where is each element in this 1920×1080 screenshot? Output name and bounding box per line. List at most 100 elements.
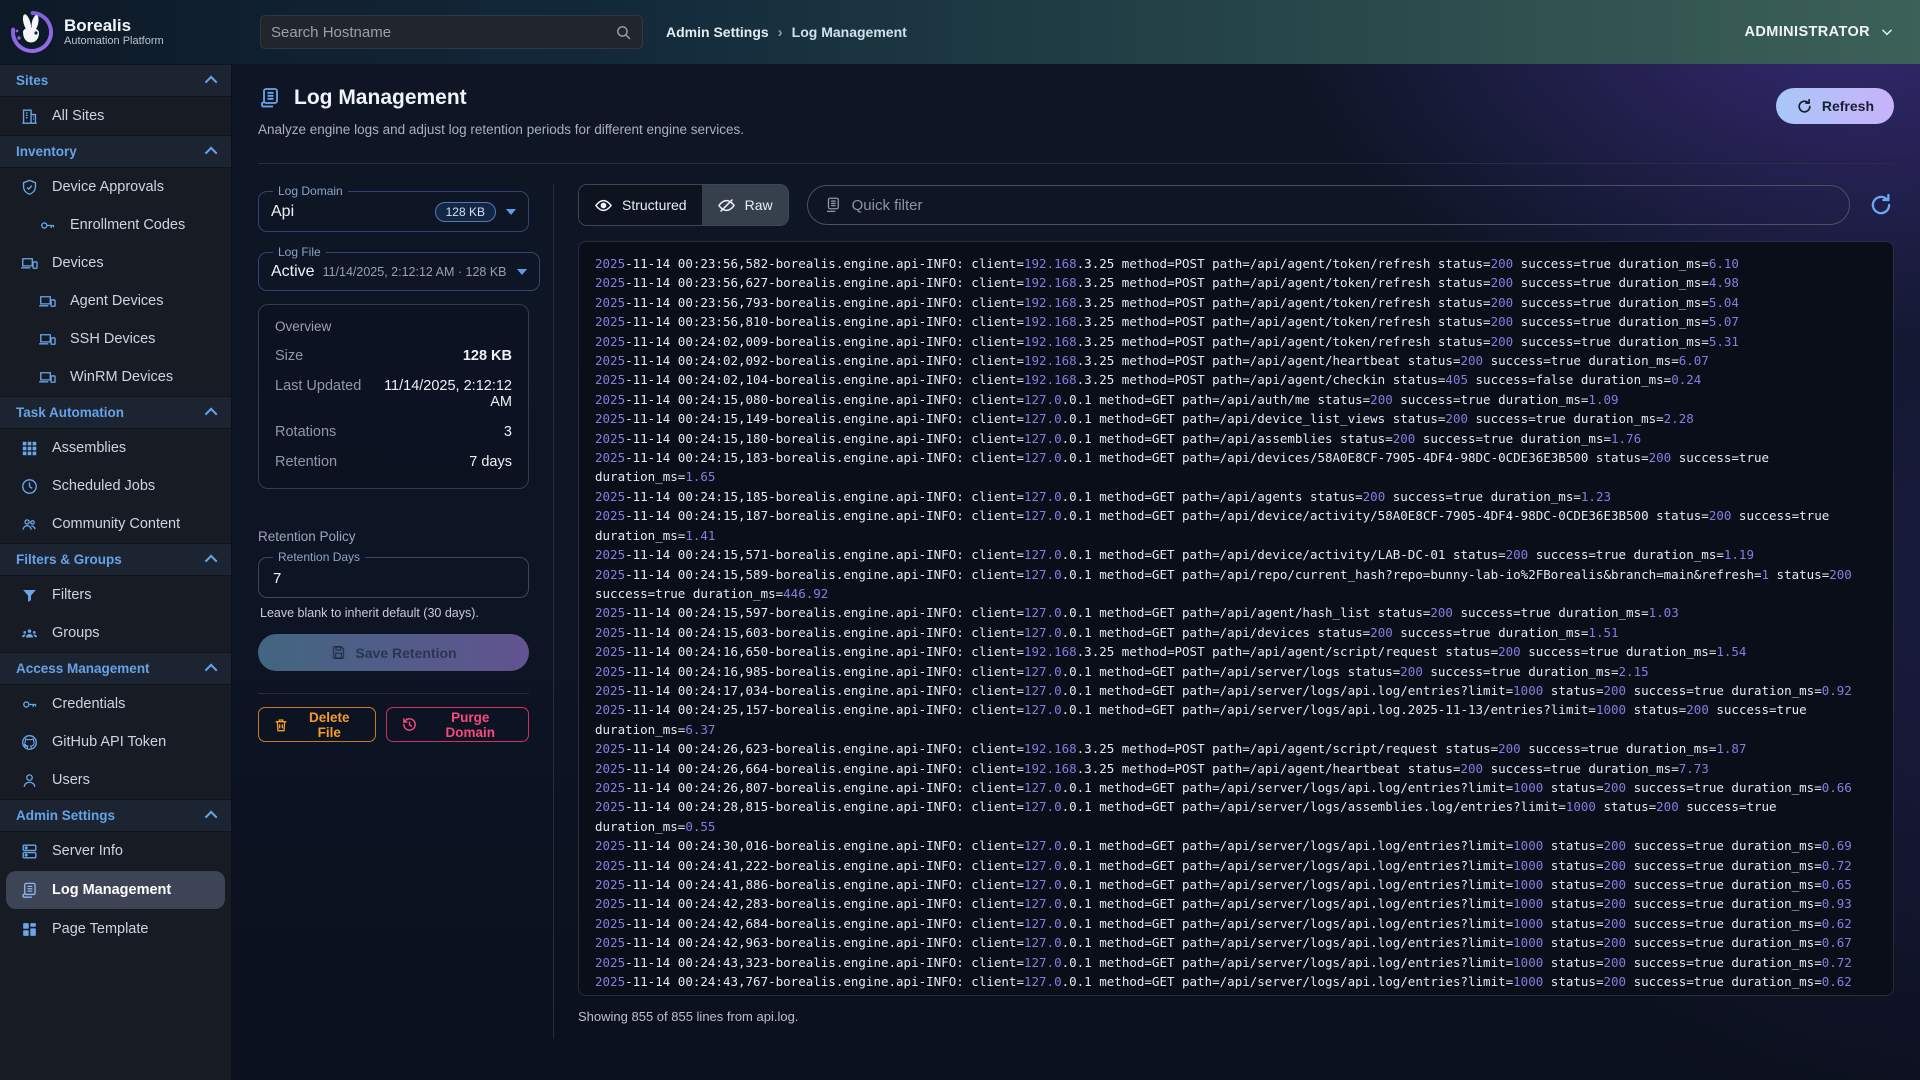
sidebar-item-device-approvals[interactable]: Device Approvals <box>0 168 231 206</box>
sidebar-item-log-management[interactable]: Log Management <box>6 871 225 909</box>
log-file-meta: 11/14/2025, 2:12:12 AM · 128 KB <box>323 265 507 279</box>
log-line: 2025-11-14 00:24:15,180-borealis.engine.… <box>595 429 1877 448</box>
log-line: 2025-11-14 00:24:02,009-borealis.engine.… <box>595 332 1877 351</box>
sidebar-section-admin-settings[interactable]: Admin Settings <box>0 799 231 832</box>
sidebar-section-inventory[interactable]: Inventory <box>0 135 231 168</box>
page-subtitle: Analyze engine logs and adjust log reten… <box>258 122 744 137</box>
chevron-up-icon <box>205 555 218 568</box>
quick-filter-input[interactable] <box>852 197 1833 214</box>
reload-logs-icon[interactable] <box>1868 192 1894 218</box>
sidebar-item-credentials[interactable]: Credentials <box>0 685 231 723</box>
sidebar-item-label: Community Content <box>52 516 180 532</box>
log-file-select[interactable]: Log File Active 11/14/2025, 2:12:12 AM ·… <box>258 245 540 291</box>
sidebar-section-sites[interactable]: Sites <box>0 64 231 97</box>
log-domain-value: Api <box>271 203 427 221</box>
eye-icon <box>594 196 613 215</box>
sidebar-item-groups[interactable]: Groups <box>0 614 231 652</box>
save-retention-label: Save Retention <box>355 645 456 661</box>
search-input[interactable] <box>271 24 615 41</box>
log-line: 2025-11-14 00:24:15,571-borealis.engine.… <box>595 545 1877 564</box>
sidebar-section-filters-groups[interactable]: Filters & Groups <box>0 543 231 576</box>
refresh-icon <box>1796 98 1813 115</box>
sidebar-item-all-sites[interactable]: All Sites <box>0 97 231 135</box>
sidebar-item-devices[interactable]: Devices <box>0 244 231 282</box>
sidebar-item-enrollment-codes[interactable]: Enrollment Codes <box>0 206 231 244</box>
overview-row-label: Last Updated <box>275 378 363 410</box>
hostname-search[interactable] <box>260 15 643 49</box>
caret-down-icon <box>506 209 516 215</box>
log-file-label: Log File <box>273 245 326 259</box>
breadcrumb-admin-settings[interactable]: Admin Settings <box>666 24 769 40</box>
sidebar: Sites All SitesInventory Device Approval… <box>0 64 232 1080</box>
sidebar-item-label: Log Management <box>52 882 171 898</box>
log-controls-panel: Log Domain Api 128 KB Log File Active 11… <box>258 184 554 1039</box>
structured-mode-button[interactable]: Structured <box>579 185 702 225</box>
log-domain-select[interactable]: Log Domain Api 128 KB <box>258 184 529 232</box>
sidebar-item-server-info[interactable]: Server Info <box>0 832 231 870</box>
delete-file-button[interactable]: Delete File <box>258 707 376 742</box>
save-retention-button[interactable]: Save Retention <box>258 634 529 671</box>
top-bar: Borealis Automation Platform Admin Setti… <box>0 0 1920 64</box>
overview-card: Overview Size 128 KBLast Updated 11/14/2… <box>258 304 529 489</box>
sidebar-item-scheduled-jobs[interactable]: Scheduled Jobs <box>0 467 231 505</box>
people-icon <box>20 515 39 534</box>
sidebar-section-label: Task Automation <box>16 405 124 420</box>
building-icon <box>20 107 39 126</box>
log-file-value: Active <box>271 263 315 281</box>
raw-mode-button[interactable]: Raw <box>702 185 788 225</box>
sidebar-section-task-automation[interactable]: Task Automation <box>0 396 231 429</box>
sidebar-item-label: Devices <box>52 255 104 271</box>
log-line: 2025-11-14 00:24:02,104-borealis.engine.… <box>595 370 1877 389</box>
retention-policy-title: Retention Policy <box>258 529 529 544</box>
sidebar-item-label: Users <box>52 772 90 788</box>
delete-file-label: Delete File <box>297 710 361 740</box>
sidebar-item-label: GitHub API Token <box>52 734 166 750</box>
overview-row-value: 11/14/2025, 2:12:12 AM <box>363 378 512 410</box>
sidebar-item-page-template[interactable]: Page Template <box>0 910 231 948</box>
github-icon <box>20 733 39 752</box>
eye-off-icon <box>717 196 736 215</box>
sidebar-item-label: Enrollment Codes <box>70 217 185 233</box>
overview-row-rotations: Rotations 3 <box>275 424 512 440</box>
sidebar-item-community-content[interactable]: Community Content <box>0 505 231 543</box>
page-header: Log Management Analyze engine logs and a… <box>258 86 1894 164</box>
log-output[interactable]: 2025-11-14 00:23:56,582-borealis.engine.… <box>578 241 1894 996</box>
log-domain-label: Log Domain <box>273 184 348 198</box>
overview-row-last-updated: Last Updated 11/14/2025, 2:12:12 AM <box>275 378 512 410</box>
quick-filter[interactable] <box>807 185 1850 225</box>
log-line: 2025-11-14 00:23:56,627-borealis.engine.… <box>595 273 1877 292</box>
log-icon <box>20 881 39 900</box>
refresh-button[interactable]: Refresh <box>1776 88 1894 124</box>
sidebar-item-label: Filters <box>52 587 91 603</box>
sidebar-item-github-api-token[interactable]: GitHub API Token <box>0 723 231 761</box>
log-line: 2025-11-14 00:24:15,183-borealis.engine.… <box>595 448 1877 487</box>
sidebar-item-filters[interactable]: Filters <box>0 576 231 614</box>
sidebar-item-winrm-devices[interactable]: WinRM Devices <box>0 358 231 396</box>
sidebar-item-agent-devices[interactable]: Agent Devices <box>0 282 231 320</box>
breadcrumb-log-management[interactable]: Log Management <box>792 24 907 40</box>
log-line: 2025-11-14 00:23:56,582-borealis.engine.… <box>595 254 1877 273</box>
retention-days-input[interactable] <box>271 568 516 588</box>
sidebar-item-label: SSH Devices <box>70 331 155 347</box>
user-menu[interactable]: ADMINISTRATOR <box>1745 0 1895 64</box>
main-content: Log Management Analyze engine logs and a… <box>232 64 1920 1080</box>
overview-row-size: Size 128 KB <box>275 348 512 364</box>
sidebar-section-access-management[interactable]: Access Management <box>0 652 231 685</box>
sidebar-item-users[interactable]: Users <box>0 761 231 799</box>
chevron-up-icon <box>205 76 218 89</box>
chevron-up-icon <box>205 408 218 421</box>
shield-icon <box>20 178 39 197</box>
log-line: 2025-11-14 00:23:56,793-borealis.engine.… <box>595 293 1877 312</box>
log-line: 2025-11-14 00:24:30,016-borealis.engine.… <box>595 836 1877 855</box>
breadcrumb: Admin Settings › Log Management <box>666 0 907 64</box>
log-icon <box>824 196 842 214</box>
brand-subtitle: Automation Platform <box>64 35 164 47</box>
sidebar-item-assemblies[interactable]: Assemblies <box>0 429 231 467</box>
log-line: 2025-11-14 00:24:25,157-borealis.engine.… <box>595 700 1877 739</box>
server-icon <box>20 842 39 861</box>
sidebar-item-ssh-devices[interactable]: SSH Devices <box>0 320 231 358</box>
purge-domain-button[interactable]: Purge Domain <box>386 707 529 742</box>
devices-icon <box>38 330 57 349</box>
devices-icon <box>38 292 57 311</box>
log-line: 2025-11-14 00:24:17,034-borealis.engine.… <box>595 681 1877 700</box>
